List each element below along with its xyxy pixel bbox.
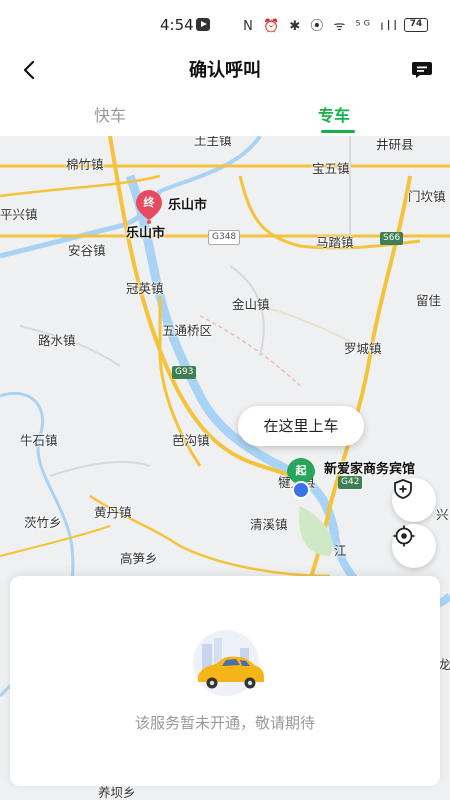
place-label: 清溪镇: [250, 517, 288, 532]
start-marker-label: 起: [295, 464, 307, 477]
tab-fast-car[interactable]: 快车: [94, 102, 126, 126]
start-place-label: 新爱家商务宾馆: [324, 462, 416, 477]
message-button[interactable]: [406, 54, 438, 86]
place-label: 五通桥区: [162, 323, 213, 338]
place-label: 井研县: [376, 137, 414, 152]
place-label: 金山镇: [232, 297, 270, 312]
locate-button[interactable]: [392, 524, 436, 568]
place-label: 牛石镇: [20, 433, 58, 448]
status-bar: 4:54 N ⏰ ✱ ⦿ ᯤ ⁵ᴳ ıll 74: [0, 0, 450, 52]
place-label: 乐山市: [168, 198, 208, 213]
pickup-here-bubble[interactable]: 在这里上车: [238, 406, 364, 446]
place-label: 棉竹镇: [66, 157, 104, 172]
status-time: 4:54: [160, 16, 194, 34]
place-label: 茨竹乡: [24, 515, 62, 530]
place-label: 芭沟镇: [172, 433, 210, 448]
place-label: 留佳: [416, 293, 442, 308]
place-label: 高笋乡: [120, 551, 158, 566]
car-illustration-icon: [193, 630, 264, 696]
start-marker[interactable]: 起: [287, 458, 315, 500]
place-label: 路水镇: [38, 333, 76, 348]
road-tag: S66: [380, 232, 404, 245]
place-label: 黄丹镇: [94, 505, 132, 520]
place-label: 土主镇: [194, 136, 232, 148]
service-panel: 该服务暂未开通，敬请期待: [10, 576, 440, 786]
place-label: 罗城镇: [344, 341, 382, 356]
back-button[interactable]: [14, 54, 46, 86]
chevron-left-icon: [23, 60, 35, 80]
ride-type-tabs: 快车 专车: [0, 92, 450, 136]
destination-marker-label: 终: [143, 196, 155, 209]
place-label: 宝五镇: [312, 161, 350, 176]
place-label: 江: [334, 543, 347, 558]
service-unavailable-message: 该服务暂未开通，敬请期待: [134, 714, 315, 732]
header: 确认呼叫: [0, 52, 450, 92]
status-indicator-icons: N ⏰ ✱ ⦿ ᯤ ⁵ᴳ ıll: [243, 19, 400, 34]
battery-icon: 74: [404, 17, 428, 32]
shield-plus-icon: [394, 479, 412, 499]
status-icons: N ⏰ ✱ ⦿ ᯤ ⁵ᴳ ıll 74: [243, 15, 428, 34]
place-label: 马踏镇: [316, 235, 354, 250]
place-label: 兴: [436, 507, 449, 522]
place-label: 门坎镇: [408, 189, 446, 204]
place-label: 平兴镇: [0, 207, 38, 222]
message-icon: [412, 62, 432, 78]
place-label: 安谷镇: [68, 243, 106, 258]
tab-premium-car[interactable]: 专车: [318, 102, 350, 126]
safety-button[interactable]: [392, 478, 436, 522]
media-play-icon: [196, 18, 210, 31]
crosshair-icon: [393, 525, 415, 547]
road-tag: G93: [172, 366, 197, 379]
road-tag: G348: [208, 230, 241, 245]
destination-marker[interactable]: 终: [136, 190, 162, 224]
page-title: 确认呼叫: [189, 60, 261, 81]
place-label: 冠英镇: [126, 281, 164, 296]
tab-active-indicator: [321, 130, 355, 133]
place-label: 乐山市: [126, 226, 166, 241]
